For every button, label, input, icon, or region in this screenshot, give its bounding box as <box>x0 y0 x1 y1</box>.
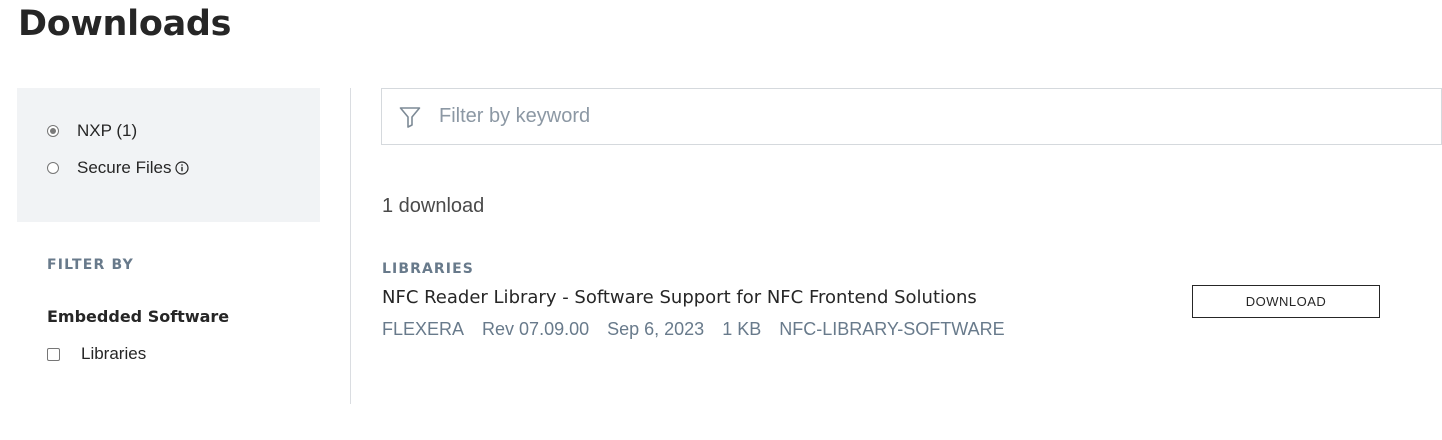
facet-option-libraries[interactable]: Libraries <box>47 344 146 364</box>
downloads-page: Downloads NXP (1) Secure Files FILTER BY… <box>0 0 1442 440</box>
source-option-nxp[interactable]: NXP (1) <box>47 121 137 141</box>
result-meta: FLEXERA Rev 07.09.00 Sep 6, 2023 1 KB NF… <box>382 319 1005 340</box>
result-title-link[interactable]: NFC Reader Library - Software Support fo… <box>382 287 977 308</box>
result-id: NFC-LIBRARY-SOFTWARE <box>779 319 1005 339</box>
source-option-secure-files[interactable]: Secure Files <box>47 158 190 178</box>
download-button[interactable]: DOWNLOAD <box>1192 285 1380 318</box>
result-category: LIBRARIES <box>382 261 474 277</box>
filter-by-heading: FILTER BY <box>47 257 134 273</box>
page-title: Downloads <box>18 4 232 44</box>
result-size: 1 KB <box>722 319 762 339</box>
keyword-filter-input[interactable] <box>439 105 1339 128</box>
filter-icon <box>398 105 422 129</box>
source-option-label: Secure Files <box>77 158 172 177</box>
secure-files-radio[interactable] <box>47 162 59 174</box>
facet-title-embedded-software: Embedded Software <box>47 307 230 326</box>
info-icon[interactable] <box>175 161 190 175</box>
result-count: 1 download <box>382 195 485 217</box>
nxp-radio[interactable] <box>47 125 59 137</box>
source-filter-panel: NXP (1) Secure Files <box>17 88 320 222</box>
result-vendor: FLEXERA <box>382 319 465 339</box>
keyword-filter <box>381 88 1442 145</box>
facet-option-label: Libraries <box>81 344 147 363</box>
libraries-checkbox[interactable] <box>47 347 60 361</box>
result-revision: Rev 07.09.00 <box>482 319 590 339</box>
result-date: Sep 6, 2023 <box>607 319 705 339</box>
source-option-label: NXP (1) <box>77 121 138 140</box>
sidebar-divider <box>350 88 351 404</box>
